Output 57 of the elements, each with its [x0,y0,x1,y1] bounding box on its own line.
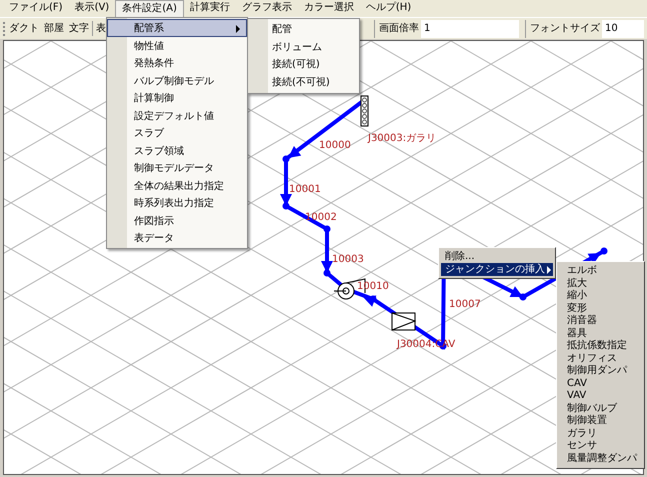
menu-item[interactable]: 変形 [557,302,644,315]
menu-item[interactable]: 計算実行 [184,0,236,17]
input-field[interactable]: 10 [602,20,644,38]
menu-item[interactable]: 消音器 [557,315,644,328]
menu-item[interactable]: 制御モデルデータ [107,159,247,176]
menu-item[interactable]: CAV [557,378,644,390]
toolbar-button[interactable]: 文字 [67,21,91,36]
pipe-label: 10001 [289,184,321,195]
menu-item[interactable]: 設定デフォルト値 [107,106,247,124]
menu-item[interactable]: センサ [557,440,644,452]
menu-item[interactable]: 作図指示 [107,212,247,229]
menu-item[interactable]: グラフ表示 [236,0,298,17]
field-label: フォントサイズ [530,22,600,36]
menu-item[interactable]: 配管 [248,21,359,38]
input-field[interactable]: 1 [421,20,519,38]
menu-item[interactable]: 拡大 [557,278,644,290]
menu-item[interactable]: 表示(V) [68,0,116,17]
menu-item[interactable]: ガラリ [557,428,644,440]
menu-item[interactable]: カラー選択 [298,0,360,17]
menu-item[interactable]: 制御バルブ [557,402,644,415]
menu-item[interactable]: ジャンクションの挿入 [441,263,553,276]
menu-item[interactable]: 表データ [107,229,247,246]
menu-item[interactable]: 削除... [441,250,553,263]
menu-item[interactable]: バルブ制御モデル [107,72,247,89]
pipe-label: 10007 [449,299,481,310]
menu-item[interactable]: 配管系 [107,19,247,36]
field-label: 画面倍率 [379,22,419,36]
menu-item[interactable]: スラブ領域 [107,142,247,159]
menu-item[interactable]: ボリューム [248,38,359,56]
menu-item[interactable]: スラブ [107,124,247,142]
submenu-arrow-icon [547,266,551,274]
menu-item[interactable]: 時系列表出力指定 [107,194,247,212]
menu-item[interactable]: ヘルプ(H) [360,0,418,17]
menu-item[interactable]: 器具 [557,328,644,340]
menu-item[interactable]: エルボ [557,265,644,278]
pipe-label: 10000 [319,140,351,151]
menu-item[interactable]: 条件設定(A) [115,0,184,17]
menu-item[interactable]: ファイル(F) [3,0,69,17]
menu-item[interactable]: 計算制御 [107,89,247,106]
menu-item[interactable]: 抵抗係数指定 [557,340,644,352]
toolbar-button[interactable]: 部屋 [42,21,66,36]
toolbar-button[interactable]: ダクト [7,21,41,36]
pipe-label: J30003:ガラリ [368,133,436,144]
menu-item[interactable]: 接続(可視) [248,56,359,74]
menu-item[interactable]: 全体の結果出力指定 [107,176,247,194]
menu-item[interactable]: 物性値 [107,36,247,54]
menu-item[interactable]: 縮小 [557,290,644,302]
menu-item[interactable]: オリフィス [557,352,644,365]
menu-item[interactable]: 制御装置 [557,415,644,428]
menu-item[interactable]: 接続(不可視) [248,74,359,91]
menu-item[interactable]: 発熱条件 [107,54,247,72]
submenu-arrow-icon [236,25,240,33]
toolbar-grip [3,22,6,36]
menu-item[interactable]: VAV [557,390,644,402]
menu-item[interactable]: 制御用ダンパ [557,365,644,378]
pipe-label: 10003 [332,254,364,265]
menu-item[interactable]: 風量調整ダンパ [557,452,644,465]
